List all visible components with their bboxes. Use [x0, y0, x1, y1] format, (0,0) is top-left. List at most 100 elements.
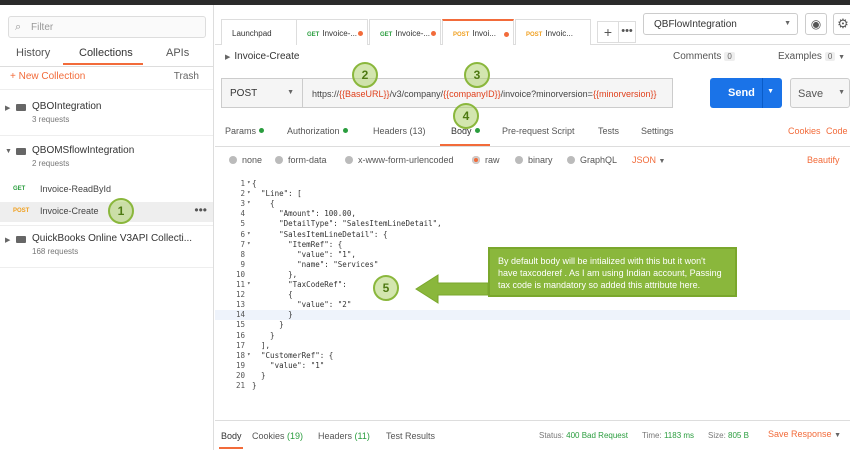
line-number: 21	[235, 381, 245, 390]
code-line: {	[252, 199, 275, 209]
code-line: "DetailType": "SalesItemLineDetail",	[252, 219, 442, 229]
cookies-link[interactable]: Cookies	[788, 126, 821, 136]
line-number: 16	[235, 330, 245, 340]
radio-binary[interactable]: binary	[515, 155, 553, 165]
request-title: ▶ Invoice-Create	[225, 51, 299, 62]
url-variable-baseurl: {{BaseURL}}	[339, 89, 390, 99]
body-format-select[interactable]: JSON ▼	[632, 155, 665, 165]
collection-count: 3 requests	[32, 115, 70, 124]
method-value: POST	[230, 88, 258, 99]
code-line: {	[252, 179, 257, 188]
request-invoice-readbyid[interactable]: GET Invoice-ReadById	[0, 180, 213, 200]
tab-get-invoice-1[interactable]: GET Invoice-...	[296, 19, 368, 45]
radio-raw[interactable]: raw	[472, 155, 500, 165]
tab-headers[interactable]: Headers (13)	[373, 126, 426, 136]
eye-icon[interactable]: ◉	[805, 13, 827, 35]
comments-label: Comments	[673, 51, 722, 62]
radio-form-data[interactable]: form-data	[275, 155, 327, 165]
method-select[interactable]: POST ▼	[221, 78, 303, 108]
option-label: binary	[528, 155, 553, 165]
radio-graphql[interactable]: GraphQL	[567, 155, 617, 165]
url-query: /invoice?minorversion=	[500, 89, 593, 99]
folder-icon	[16, 148, 26, 155]
folder-icon	[16, 104, 26, 111]
save-response-button[interactable]: Save Response ▼	[768, 429, 841, 439]
collection-qbointegration[interactable]: ▶ QBOIntegration 3 requests	[0, 101, 213, 129]
chevron-down-icon[interactable]: ▼	[838, 89, 845, 96]
code-line: "value": "1"	[252, 360, 325, 370]
radio-x-www-form-urlencoded[interactable]: x-www-form-urlencoded	[345, 155, 454, 165]
active-response-tab-underline	[219, 447, 243, 449]
request-subtabs: Params Authorization Headers (13) Body P…	[215, 117, 850, 147]
annotation-marker-5: 5	[373, 275, 399, 301]
code-line: "ItemRef": {	[252, 239, 343, 249]
environment-select[interactable]: QBFlowIntegration ▼	[643, 13, 798, 35]
divider	[0, 267, 213, 268]
code-editor[interactable]: 1 ▾{2 ▾ "Line": [3 ▾ {4 "Amount": 100.00, 5 …	[215, 175, 850, 420]
save-button[interactable]: Save ▼	[790, 78, 850, 108]
code-line: "Line": [	[252, 189, 302, 199]
body-type-options: none form-data x-www-form-urlencoded raw…	[215, 152, 850, 172]
tab-pre-request-script[interactable]: Pre-request Script	[502, 126, 575, 136]
radio-icon	[345, 156, 353, 164]
gear-icon[interactable]: ⚙	[833, 13, 850, 35]
tab-launchpad[interactable]: Launchpad	[221, 19, 297, 45]
tab-get-invoice-2[interactable]: GET Invoice-...	[369, 19, 441, 45]
trash-button[interactable]: Trash	[174, 71, 199, 82]
unsaved-dot	[431, 31, 436, 36]
tab-authorization[interactable]: Authorization	[287, 126, 348, 136]
chevron-down-icon[interactable]: ▼	[767, 88, 774, 95]
response-tab-body[interactable]: Body	[221, 431, 242, 441]
radio-icon	[567, 156, 575, 164]
new-tab-button[interactable]: +	[597, 21, 619, 43]
examples-button[interactable]: Examples 0 ▼	[778, 51, 845, 62]
tab-post-invoice-2[interactable]: POST Invoic...	[515, 19, 591, 45]
status-value: 400 Bad Request	[566, 431, 628, 440]
code-line: "value": "1",	[252, 249, 356, 259]
comments-button[interactable]: Comments 0	[673, 51, 735, 62]
more-options-icon[interactable]: •••	[194, 203, 207, 217]
new-collection-button[interactable]: + New Collection	[10, 71, 85, 82]
line-number: 18	[235, 350, 245, 360]
code-line: "SalesItemLineDetail": {	[252, 229, 388, 239]
code-line: ],	[252, 340, 271, 350]
tab-collections[interactable]: Collections	[79, 47, 133, 59]
tab-label: Cookies	[252, 431, 285, 441]
tab-apis[interactable]: APIs	[166, 47, 189, 59]
send-divider	[762, 78, 763, 108]
beautify-button[interactable]: Beautify	[807, 155, 840, 165]
tab-settings[interactable]: Settings	[641, 126, 674, 136]
size-label: Size:	[708, 431, 726, 440]
method-badge: POST	[526, 32, 543, 38]
filter-input[interactable]: ⌕ Filter	[8, 16, 206, 38]
annotation-marker-2: 2	[352, 62, 378, 88]
radio-icon	[275, 156, 283, 164]
tab-params[interactable]: Params	[225, 126, 265, 136]
response-tab-test-results[interactable]: Test Results	[386, 431, 435, 441]
folder-icon	[16, 236, 26, 243]
response-bar: Body Cookies (19) Headers (11) Test Resu…	[215, 420, 850, 450]
sidebar-tabs: History Collections APIs	[0, 41, 213, 67]
search-icon: ⌕	[15, 21, 22, 33]
line-number: 12	[235, 290, 245, 300]
line-number: 20	[235, 370, 245, 380]
response-tab-cookies[interactable]: Cookies (19)	[252, 431, 303, 441]
collapse-arrow-icon[interactable]: ▶	[225, 54, 230, 61]
chevron-down-icon: ▼	[784, 20, 791, 27]
tab-history[interactable]: History	[16, 47, 50, 59]
radio-none[interactable]: none	[229, 155, 262, 165]
response-tab-headers[interactable]: Headers (11)	[318, 431, 370, 441]
tab-post-invoice-active[interactable]: POST Invoi...	[442, 19, 514, 45]
request-invoice-create[interactable]: POST Invoice-Create •••	[0, 202, 213, 222]
collection-quickbooks-online[interactable]: ▶ QuickBooks Online V3API Collecti... 16…	[0, 233, 213, 261]
code-line: "value": "2"	[252, 300, 352, 310]
send-button[interactable]: Send ▼	[710, 78, 782, 108]
tab-options-icon[interactable]: •••	[618, 21, 636, 43]
annotation-callout: By default body will be intialized with …	[488, 247, 737, 297]
code-link[interactable]: Code	[826, 126, 848, 136]
collection-qbomsflowintegration[interactable]: ▼ QBOMSflowIntegration 2 requests	[0, 145, 213, 173]
tab-label: Invoice-...	[395, 29, 431, 38]
option-label: x-www-form-urlencoded	[358, 155, 454, 165]
tab-tests[interactable]: Tests	[598, 126, 619, 136]
tab-label: Invoic...	[545, 29, 573, 38]
